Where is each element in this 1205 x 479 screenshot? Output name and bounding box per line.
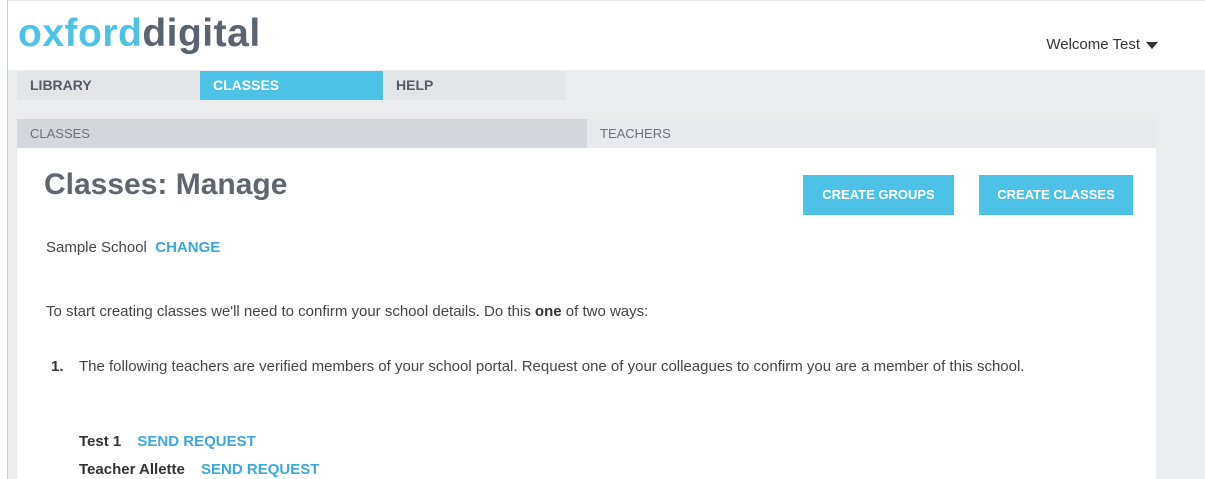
change-school-link[interactable]: CHANGE [155, 239, 220, 256]
intro-text-end: of two ways: [561, 303, 649, 320]
welcome-text: Welcome Test [1046, 36, 1140, 53]
send-request-link[interactable]: SEND REQUEST [201, 461, 319, 478]
page-title: Classes: Manage [44, 168, 288, 201]
create-classes-button[interactable]: CREATE CLASSES [979, 175, 1133, 215]
intro-text-emphasis: one [534, 303, 562, 320]
logo-text-digital: digital [142, 12, 261, 55]
subnav-tab-classes[interactable]: CLASSES [17, 119, 587, 148]
main-nav: LIBRARY CLASSES HELP [17, 71, 566, 100]
subnav-tab-teachers[interactable]: TEACHERS [587, 119, 1156, 148]
school-row: Sample School CHANGE [46, 239, 220, 256]
step-text: The following teachers are verified memb… [79, 358, 1025, 375]
top-rule [7, 0, 1205, 1]
teacher-row: Test 1 SEND REQUEST [79, 433, 256, 450]
nav-tab-help[interactable]: HELP [383, 71, 566, 100]
intro-text-start: To start creating classes we'll need to … [46, 303, 535, 320]
nav-tab-classes[interactable]: CLASSES [200, 71, 383, 100]
intro-text: To start creating classes we'll need to … [46, 303, 648, 320]
oxford-digital-logo[interactable]: oxforddigital [18, 8, 261, 60]
school-name: Sample School [46, 239, 147, 256]
step-number: 1. [51, 358, 64, 375]
logo-text-oxford: oxford [18, 12, 143, 55]
caret-down-icon [1146, 42, 1158, 49]
create-groups-button[interactable]: CREATE GROUPS [803, 175, 954, 215]
teacher-name: Test 1 [79, 433, 122, 450]
step-1: 1. The following teachers are verified m… [51, 353, 1111, 381]
teacher-name: Teacher Allette [79, 461, 185, 478]
sub-nav: CLASSES TEACHERS [17, 119, 1156, 148]
send-request-link[interactable]: SEND REQUEST [137, 433, 255, 450]
user-menu[interactable]: Welcome Test [1046, 36, 1158, 53]
teacher-row: Teacher Allette SEND REQUEST [79, 461, 319, 478]
nav-tab-library[interactable]: LIBRARY [17, 71, 200, 100]
content-panel: Classes: Manage CREATE GROUPS CREATE CLA… [17, 148, 1156, 479]
